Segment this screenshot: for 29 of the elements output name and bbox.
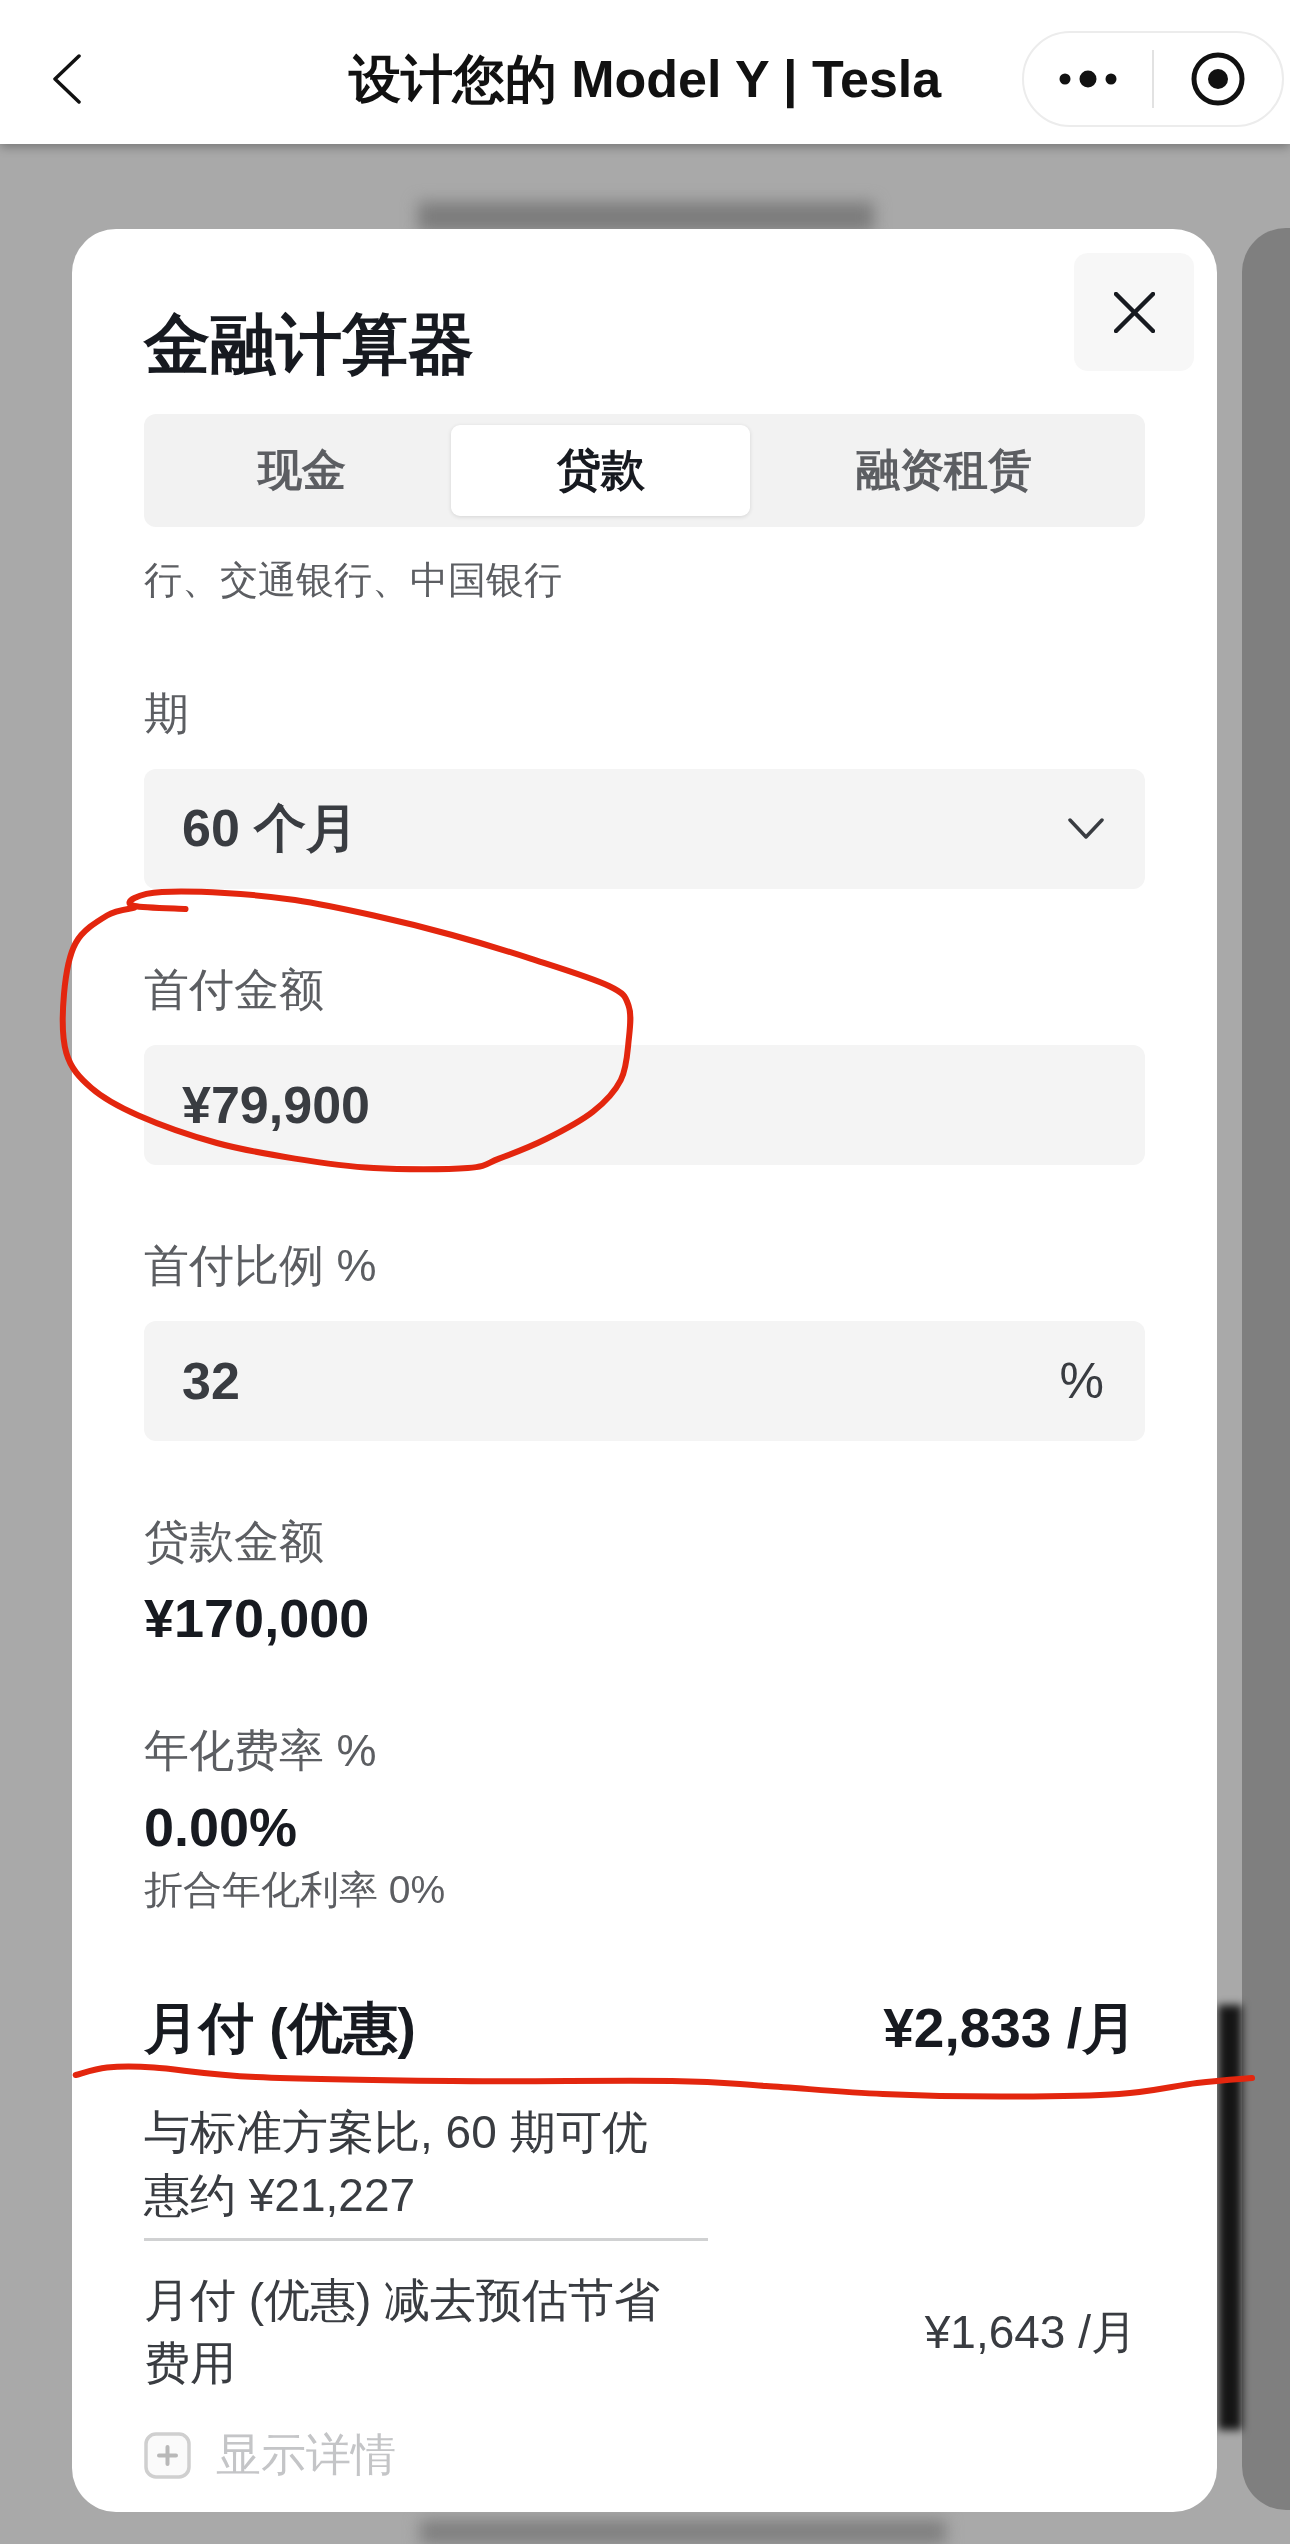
input-field[interactable]: ¥79,900 (144, 1045, 1145, 1165)
field-label: 贷款金额 (144, 1515, 324, 1569)
rate-note: 折合年化利率 0% (144, 1867, 446, 1913)
back-icon[interactable] (52, 54, 82, 104)
lender-list-text: 行、交通银行、中国银行 (144, 558, 562, 603)
field-label: 年化费率 % (144, 1724, 377, 1778)
field-label: 期 (144, 687, 189, 741)
tab[interactable]: 融资租赁 (750, 425, 1137, 516)
close-button[interactable] (1074, 253, 1194, 371)
monthly-payment-value: ¥2,833 /月 (883, 1996, 1137, 2061)
net-payment-value: ¥1,643 /月 (924, 2304, 1137, 2360)
field-label: 首付金额 (144, 963, 324, 1017)
close-icon (1113, 291, 1155, 333)
tab[interactable]: 贷款 (451, 425, 750, 516)
field-value: 0.00% (144, 1796, 298, 1859)
savings-note: 与标准方案比, 60 期可优惠约 ¥21,227 (144, 2105, 649, 2223)
chevron-down-icon (1068, 818, 1104, 840)
circle-dot-icon[interactable] (1191, 52, 1245, 106)
field-label: 首付比例 % (144, 1239, 377, 1293)
net-payment-label: 月付 (优惠) 减去预估节省费用 (144, 2273, 662, 2391)
field-value: ¥170,000 (144, 1587, 370, 1650)
page-title: 设计您的 Model Y | Tesla (348, 49, 942, 111)
input-field[interactable]: 32 % (144, 1321, 1145, 1441)
monthly-payment-label: 月付 (优惠) (144, 1996, 416, 2061)
select-field[interactable]: 60 个月 (144, 769, 1145, 889)
dialog-title: 金融计算器 (144, 308, 474, 380)
more-icon[interactable] (1059, 70, 1117, 88)
tab[interactable]: 现金 (152, 425, 451, 516)
unit-label: % (1059, 1352, 1104, 1410)
